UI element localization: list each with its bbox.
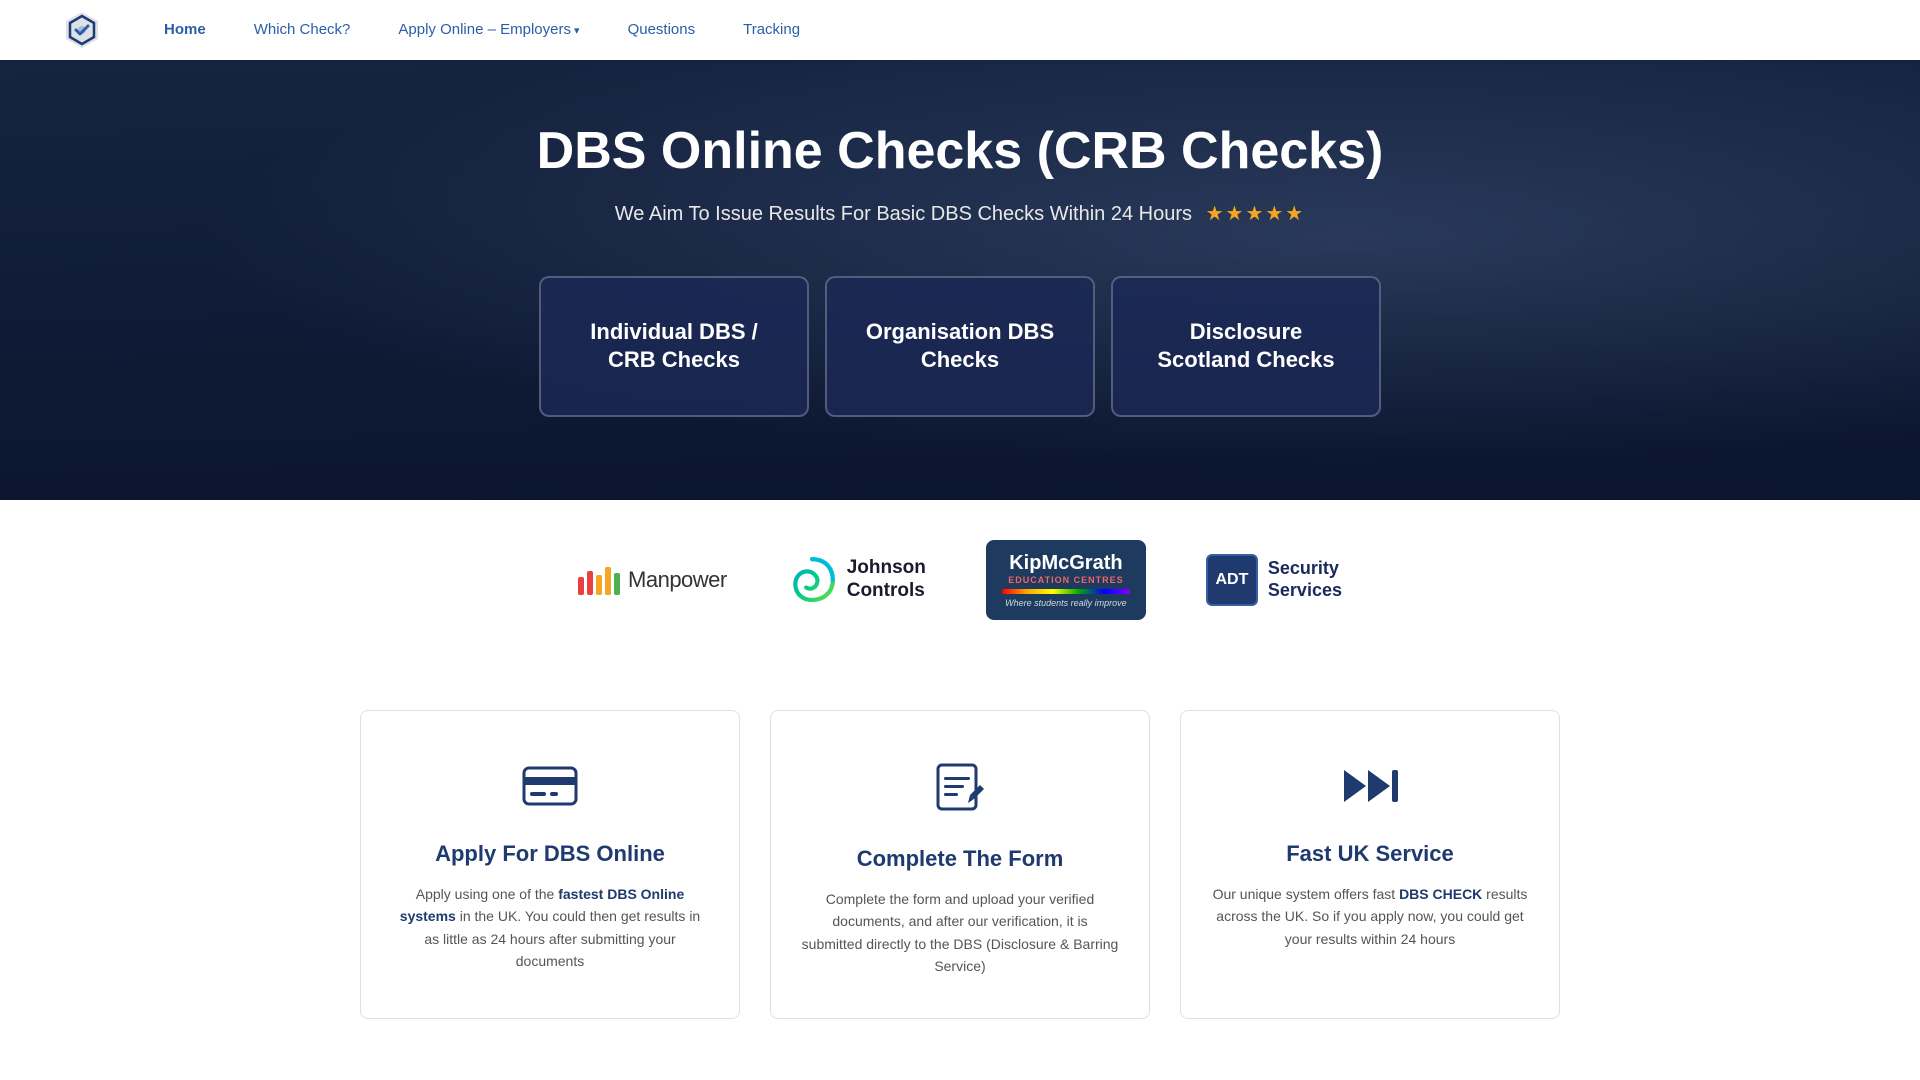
nav-apply-online[interactable]: Apply Online – Employers [398, 21, 579, 38]
feature-fast-title: Fast UK Service [1211, 841, 1529, 867]
feature-apply-text: Apply using one of the fastest DBS Onlin… [391, 883, 709, 973]
hero-stars: ★★★★★ [1206, 203, 1306, 225]
hero-card-organisation[interactable]: Organisation DBS Checks [825, 276, 1095, 417]
feature-form: Complete The Form Complete the form and … [770, 710, 1150, 1019]
edit-icon [801, 761, 1119, 826]
feature-fast-text: Our unique system offers fast DBS CHECK … [1211, 883, 1529, 950]
adt-shield-icon: ADT [1206, 554, 1258, 606]
feature-fast: Fast UK Service Our unique system offers… [1180, 710, 1560, 1019]
adt-label: SecurityServices [1268, 558, 1342, 601]
nav-which-check[interactable]: Which Check? [254, 21, 351, 38]
navbar: Home Which Check? Apply Online – Employe… [0, 0, 1920, 60]
fast-forward-icon [1211, 761, 1529, 821]
nav-links: Home Which Check? Apply Online – Employe… [164, 21, 800, 39]
hero-card-individual[interactable]: Individual DBS / CRB Checks [539, 276, 809, 417]
manpower-label: Manpower [628, 567, 727, 593]
credit-card-icon [391, 761, 709, 821]
nav-questions[interactable]: Questions [628, 21, 696, 38]
feature-apply-title: Apply For DBS Online [391, 841, 709, 867]
hero-cards: Individual DBS / CRB Checks Organisation… [537, 276, 1384, 417]
jc-label: JohnsonControls [847, 557, 926, 603]
logo-adt: ADT SecurityServices [1206, 554, 1342, 606]
logo[interactable] [60, 8, 104, 52]
hero-subtitle: We Aim To Issue Results For Basic DBS Ch… [537, 201, 1384, 226]
nav-home[interactable]: Home [164, 21, 206, 38]
logo-kipmcgrath: KipMcGrath EDUCATION CENTRES Where stude… [986, 540, 1146, 620]
kip-subtitle: EDUCATION CENTRES [1002, 575, 1130, 585]
feature-form-text: Complete the form and upload your verifi… [801, 888, 1119, 978]
kip-title: KipMcGrath [1002, 552, 1130, 575]
hero-title: DBS Online Checks (CRB Checks) [537, 123, 1384, 180]
nav-tracking[interactable]: Tracking [743, 21, 800, 38]
feature-apply: Apply For DBS Online Apply using one of … [360, 710, 740, 1019]
logo-johnson-controls: JohnsonControls [787, 555, 926, 605]
kip-bar [1002, 589, 1130, 594]
hero-section: DBS Online Checks (CRB Checks) We Aim To… [0, 60, 1920, 500]
hero-card-scotland[interactable]: Disclosure Scotland Checks [1111, 276, 1381, 417]
kip-tagline: Where students really improve [1002, 598, 1130, 608]
logo-manpower: Manpower [578, 565, 727, 595]
features-section: Apply For DBS Online Apply using one of … [0, 660, 1920, 1069]
feature-form-title: Complete The Form [801, 846, 1119, 872]
logos-strip: Manpower JohnsonControls KipMcGrath [0, 500, 1920, 660]
